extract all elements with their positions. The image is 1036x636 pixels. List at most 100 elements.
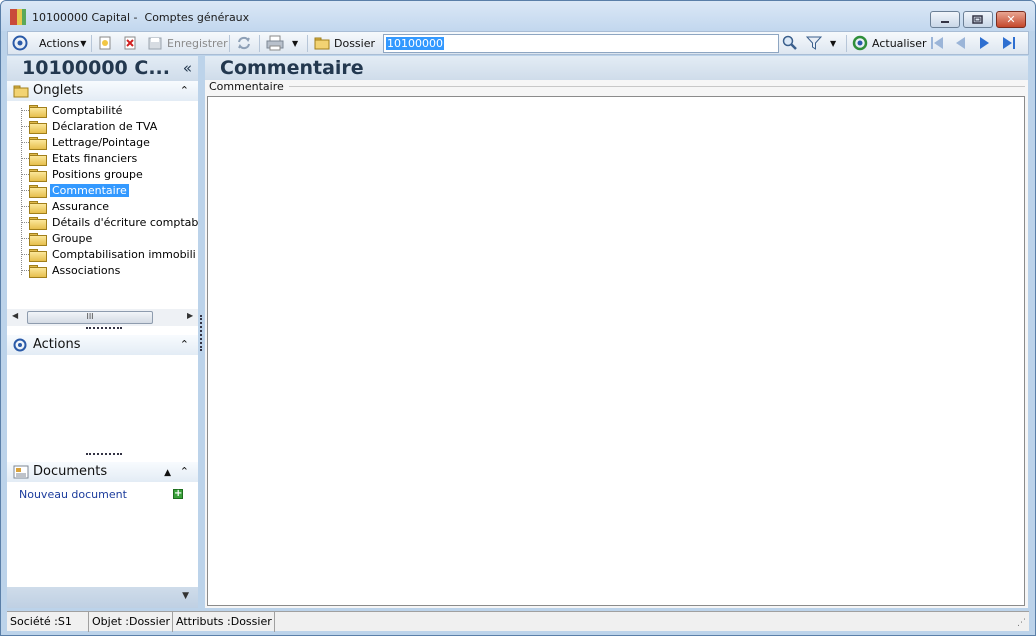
collapse-section-icon[interactable]: ⌃	[180, 335, 189, 355]
tree-item-label: Lettrage/Pointage	[52, 136, 150, 149]
refresh-button[interactable]: Actualiser	[852, 34, 927, 52]
tree-guide-line	[21, 158, 29, 159]
scroll-right-icon[interactable]: ▶	[187, 311, 193, 320]
scroll-up-icon[interactable]: ▲	[164, 463, 171, 483]
tree-guide-line	[21, 174, 29, 175]
tree-item[interactable]: Assurance	[29, 199, 111, 214]
tree-guide-line	[21, 238, 29, 239]
tree-item[interactable]: Comptabilité	[29, 103, 124, 118]
window-title: 10100000 Capital - Comptes généraux	[32, 11, 250, 24]
toolbar-separator	[259, 35, 260, 52]
tree-guide-line	[21, 270, 29, 271]
tree-item-label: Déclaration de TVA	[52, 120, 158, 133]
scroll-left-icon[interactable]: ◀	[12, 311, 18, 320]
collapse-section-icon[interactable]: ⌃	[180, 462, 189, 482]
folder-icon	[29, 153, 47, 166]
tree-item-label: Comptabilisation immobili	[52, 248, 196, 261]
tree-item[interactable]: Comptabilisation immobili	[29, 247, 198, 262]
tree-item[interactable]: Déclaration de TVA	[29, 119, 159, 134]
tree-item[interactable]: Groupe	[29, 231, 94, 246]
add-document-icon[interactable]: +	[173, 489, 183, 499]
folder-icon	[29, 217, 47, 230]
tree-item[interactable]: Détails d'écriture comptab	[29, 215, 200, 230]
folder-icon	[314, 37, 330, 50]
splitter-grip[interactable]	[86, 327, 122, 330]
tree-item-label: Groupe	[52, 232, 93, 245]
folder-icon	[29, 249, 47, 262]
tree-item-label: Associations	[52, 264, 121, 277]
navigation-icon[interactable]	[12, 34, 28, 52]
previous-record-button[interactable]	[953, 34, 967, 52]
restore-button[interactable]	[963, 11, 993, 28]
tabs-section-label: Onglets	[33, 83, 84, 98]
close-icon: ✕	[1006, 13, 1016, 26]
chevron-down-icon: ▼	[80, 38, 87, 48]
search-button[interactable]	[782, 34, 798, 52]
print-button[interactable]: ▼	[266, 34, 298, 52]
sync-icon	[238, 36, 250, 50]
status-company: Société :S1	[7, 612, 89, 632]
left-panel: 10100000 C... « Onglets ⌃ Comptabilité Dé…	[7, 56, 198, 608]
actions-menu[interactable]: Actions ▼	[39, 34, 86, 52]
collapse-panel-icon[interactable]: «	[183, 56, 192, 80]
next-record-button[interactable]	[978, 34, 992, 52]
vertical-splitter[interactable]	[200, 315, 202, 351]
printer-icon	[266, 35, 284, 51]
minimize-button[interactable]	[930, 11, 960, 28]
actions-icon	[13, 338, 27, 359]
tabs-section-header[interactable]: Onglets ⌃	[7, 81, 198, 101]
tree-item[interactable]: Lettrage/Pointage	[29, 135, 152, 150]
save-button[interactable]: Enregistrer	[148, 34, 228, 52]
tree-guide-line	[21, 222, 29, 223]
search-input-value: 10100000	[386, 37, 444, 50]
new-record-button[interactable]	[98, 34, 112, 52]
title-bar: 10100000 Capital - Comptes généraux ✕	[1, 1, 1035, 31]
refresh-button-label: Actualiser	[872, 36, 927, 50]
collapse-section-icon[interactable]: ⌃	[180, 81, 189, 101]
status-object: Objet :Dossier	[89, 612, 173, 632]
last-record-button[interactable]	[1001, 34, 1017, 52]
documents-section-label: Documents	[33, 464, 108, 479]
horizontal-scrollbar[interactable]: ◀ III ▶	[7, 309, 198, 326]
chevron-down-icon[interactable]: ▼	[182, 591, 189, 601]
documents-section-header[interactable]: Documents ▲ ⌃	[7, 462, 198, 482]
folder-icon	[29, 233, 47, 246]
tree-item-label: Etats financiers	[52, 152, 138, 165]
toolbar-separator	[91, 35, 92, 52]
folder-icon	[29, 121, 47, 134]
filter-button[interactable]: ▼	[806, 34, 836, 52]
toolbar-separator	[229, 35, 230, 52]
tree-item[interactable]: Associations	[29, 263, 122, 278]
comment-textarea[interactable]	[207, 96, 1025, 606]
first-record-icon	[931, 37, 943, 49]
first-record-button[interactable]	[929, 34, 945, 52]
close-button[interactable]: ✕	[996, 11, 1026, 28]
delete-button[interactable]	[123, 34, 137, 52]
tree-item[interactable]: Etats financiers	[29, 151, 139, 166]
tree-guide-line	[21, 206, 29, 207]
chevron-down-icon: ▼	[830, 38, 837, 48]
application-window: 10100000 Capital - Comptes généraux ✕ Ac…	[0, 0, 1036, 636]
minimize-icon	[931, 12, 959, 27]
search-input[interactable]: 10100000	[383, 34, 779, 53]
last-record-icon	[1003, 37, 1015, 49]
scrollbar-thumb[interactable]: III	[27, 311, 153, 324]
tree-item[interactable]: Positions groupe	[29, 167, 145, 182]
delete-icon	[124, 36, 136, 50]
app-icon	[10, 9, 26, 25]
dossier-button[interactable]: Dossier	[314, 34, 375, 52]
folder-icon	[29, 169, 47, 182]
page-title: Commentaire	[205, 56, 1028, 80]
actions-section-header[interactable]: Actions ⌃	[7, 335, 198, 355]
tree-item[interactable]: Commentaire	[29, 183, 129, 198]
folder-icon	[29, 137, 47, 150]
folder-icon	[29, 105, 47, 118]
splitter-grip[interactable]	[86, 453, 122, 456]
resize-grip-icon[interactable]: ⋰	[1017, 618, 1026, 628]
tree-item-label: Commentaire	[50, 184, 129, 197]
tree-item-label: Comptabilité	[52, 104, 123, 117]
new-document-link[interactable]: Nouveau document	[19, 488, 127, 501]
filter-icon	[806, 36, 822, 50]
sync-button[interactable]	[236, 34, 252, 52]
toolbar: Actions ▼ Enregistrer ▼ Dossier 10100000…	[7, 31, 1029, 55]
